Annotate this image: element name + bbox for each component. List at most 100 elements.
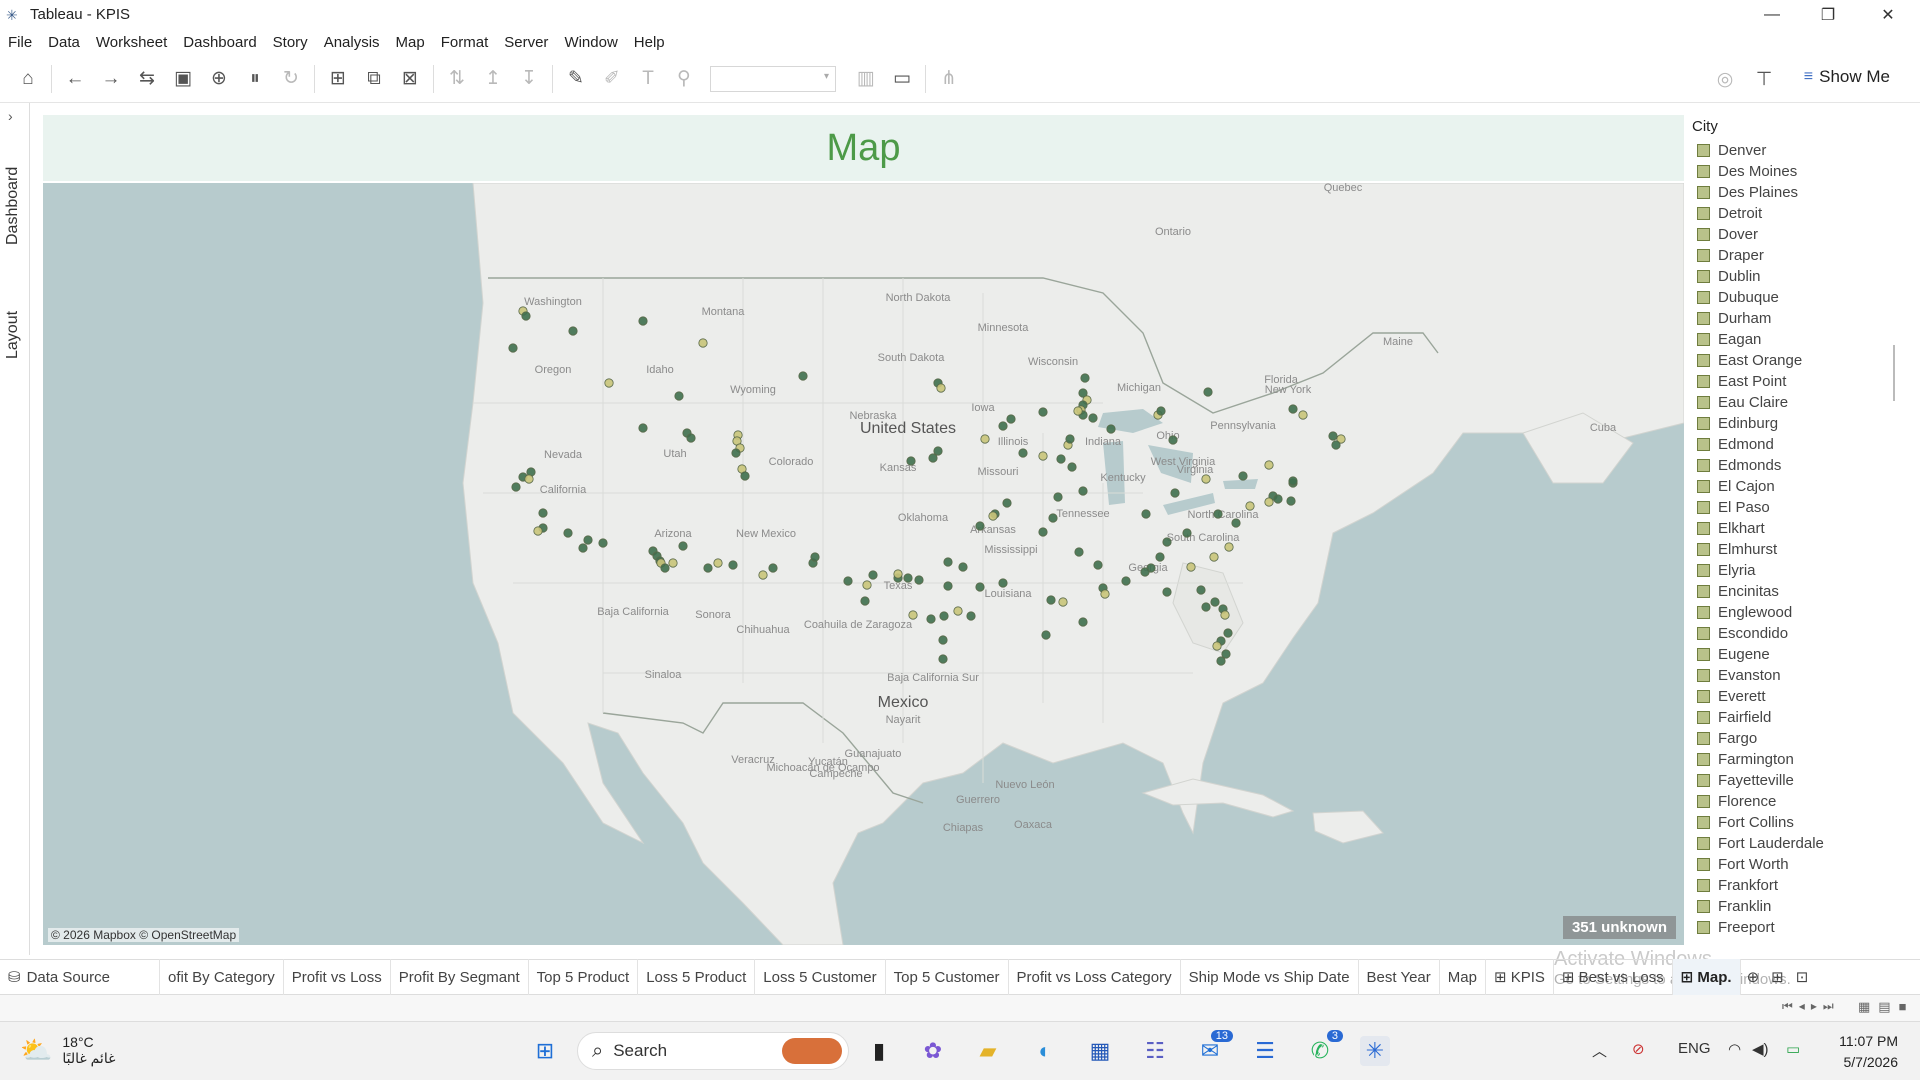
legend-item[interactable]: Farmington	[1697, 749, 1794, 770]
sheet-tab[interactable]: Top 5 Product	[529, 959, 639, 995]
menu-format[interactable]: Format	[433, 34, 497, 51]
sort-ascending-icon[interactable]: ↥	[475, 61, 511, 97]
network-warning-icon[interactable]: ⊘	[1632, 1040, 1645, 1058]
legend-item[interactable]: East Point	[1697, 371, 1786, 392]
teams-icon[interactable]: ☷	[1140, 1036, 1170, 1066]
sheet-tab[interactable]: Profit vs Loss Category	[1009, 959, 1181, 995]
menu-data[interactable]: Data	[40, 34, 88, 51]
sheet-tab[interactable]: Top 5 Customer	[886, 959, 1009, 995]
redo-icon[interactable]: →	[93, 61, 129, 97]
chevron-up-icon[interactable]: ︿	[1592, 1040, 1607, 1061]
legend-item[interactable]: Elyria	[1697, 560, 1756, 581]
unknown-locations-badge[interactable]: 351 unknown	[1562, 916, 1676, 939]
whatsapp-icon[interactable]: ✆ 3	[1305, 1030, 1343, 1066]
menu-worksheet[interactable]: Worksheet	[88, 34, 175, 51]
legend-scrollbar[interactable]	[1893, 345, 1895, 401]
legend-item[interactable]: Denver	[1697, 140, 1766, 161]
battery-icon[interactable]: ▭	[1786, 1040, 1800, 1058]
swap-icon[interactable]: ⇅	[439, 61, 475, 97]
new-worksheet-icon[interactable]: ⊞	[320, 61, 356, 97]
minimize-button[interactable]: —	[1744, 0, 1800, 29]
legend-item[interactable]: Des Plaines	[1697, 182, 1798, 203]
dashboard-tab-map-active[interactable]: ⊞ Map.	[1672, 959, 1741, 995]
menu-server[interactable]: Server	[496, 34, 556, 51]
view-mode-icons[interactable]: ▦▤■	[1858, 999, 1914, 1015]
microsoft-store-icon[interactable]: ▦	[1085, 1036, 1115, 1066]
legend-item[interactable]: Fargo	[1697, 728, 1757, 749]
home-icon[interactable]: ⌂	[10, 61, 46, 97]
duplicate-icon[interactable]: ⧉	[356, 61, 392, 97]
menu-dashboard[interactable]: Dashboard	[175, 34, 264, 51]
legend-item[interactable]: Detroit	[1697, 203, 1762, 224]
clear-sheet-icon[interactable]: ⊠	[392, 61, 428, 97]
legend-item[interactable]: Des Moines	[1697, 161, 1797, 182]
save-icon[interactable]: ▣	[165, 61, 201, 97]
group-icon[interactable]: ✐	[594, 61, 630, 97]
legend-item[interactable]: Elkhart	[1697, 518, 1765, 539]
legend-item[interactable]: Franklin	[1697, 896, 1771, 917]
legend-item[interactable]: Frankfort	[1697, 875, 1778, 896]
sheet-tab[interactable]: ofit By Category	[160, 959, 284, 995]
legend-item[interactable]: El Paso	[1697, 497, 1770, 518]
legend-item[interactable]: Draper	[1697, 245, 1764, 266]
taskbar-search[interactable]: ⌕ Search	[577, 1032, 849, 1070]
legend-item[interactable]: Eugene	[1697, 644, 1770, 665]
sheet-tab[interactable]: Profit By Segmant	[391, 959, 529, 995]
show-me-button[interactable]: ≡ Show Me	[1804, 67, 1890, 87]
refresh-icon[interactable]: ↻	[273, 61, 309, 97]
tab-dashboard[interactable]: Dashboard	[4, 167, 22, 245]
publish-icon[interactable]: ⊤	[1746, 61, 1782, 97]
map-view[interactable]: Quebec Ontario Washington Montana North Dako…	[43, 183, 1684, 945]
legend-item[interactable]: Fort Collins	[1697, 812, 1794, 833]
menu-map[interactable]: Map	[388, 34, 433, 51]
legend-item[interactable]: Eagan	[1697, 329, 1761, 350]
sheet-tab[interactable]: Loss 5 Product	[638, 959, 756, 995]
legend-item[interactable]: El Cajon	[1697, 476, 1775, 497]
database-app-icon[interactable]: ☰	[1250, 1036, 1280, 1066]
tab-layout[interactable]: Layout	[4, 311, 22, 359]
dashboard-tab-best-vs-loss[interactable]: ⊞ Best vs Loss	[1554, 959, 1673, 995]
share-icon[interactable]: ⋔	[931, 61, 967, 97]
labels-icon[interactable]: T	[630, 61, 666, 97]
new-dashboard-tab-icon[interactable]: ⊞	[1765, 959, 1790, 995]
sheet-tab[interactable]: Profit vs Loss	[284, 959, 391, 995]
legend-item[interactable]: Edmond	[1697, 434, 1774, 455]
legend-item[interactable]: Eau Claire	[1697, 392, 1788, 413]
sheet-tab[interactable]: Map	[1440, 959, 1486, 995]
close-button[interactable]: ✕	[1860, 0, 1916, 29]
fit-dropdown[interactable]	[710, 65, 836, 92]
expand-chevron-icon[interactable]: ›	[8, 108, 13, 124]
new-data-source-icon[interactable]: ⊕	[201, 61, 237, 97]
legend-item[interactable]: Edinburg	[1697, 413, 1778, 434]
wifi-icon[interactable]: ◠	[1728, 1040, 1741, 1058]
tab-data-source[interactable]: ⛁ Data Source	[0, 959, 160, 995]
sheet-navigation-icons[interactable]: ⏮◂▸⏭	[1782, 999, 1840, 1014]
pause-updates-icon[interactable]: ⏸	[237, 61, 273, 97]
legend-item[interactable]: Escondido	[1697, 623, 1788, 644]
sheet-tab[interactable]: Best Year	[1359, 959, 1440, 995]
language-indicator[interactable]: ENG	[1678, 1040, 1711, 1057]
legend-item[interactable]: Fort Worth	[1697, 854, 1789, 875]
undo-icon[interactable]: ←	[57, 61, 93, 97]
chart-icon[interactable]: ▥	[848, 61, 884, 97]
sheet-tab[interactable]: Loss 5 Customer	[755, 959, 886, 995]
legend-item[interactable]: Fayetteville	[1697, 770, 1794, 791]
legend-item[interactable]: Freeport	[1697, 917, 1775, 938]
legend-item[interactable]: Encinitas	[1697, 581, 1779, 602]
legend-item[interactable]: Durham	[1697, 308, 1771, 329]
legend-item[interactable]: Fort Lauderdale	[1697, 833, 1824, 854]
menu-help[interactable]: Help	[626, 34, 673, 51]
copilot-icon[interactable]: ✿	[918, 1036, 948, 1066]
pin-icon[interactable]: ⚲	[666, 61, 702, 97]
legend-item[interactable]: Dover	[1697, 224, 1758, 245]
legend-item[interactable]: Florence	[1697, 791, 1776, 812]
legend-item[interactable]: Dublin	[1697, 266, 1761, 287]
tableau-taskbar-icon[interactable]: ✳	[1360, 1036, 1390, 1066]
legend-item[interactable]: East Orange	[1697, 350, 1802, 371]
restore-button[interactable]: ❐	[1800, 0, 1856, 29]
replay-icon[interactable]: ⇆	[129, 61, 165, 97]
legend-item[interactable]: Everett	[1697, 686, 1766, 707]
presentation-icon[interactable]: ▭	[884, 61, 920, 97]
legend-item[interactable]: Englewood	[1697, 602, 1792, 623]
edge-browser-icon[interactable]: ◐	[1030, 1036, 1060, 1066]
